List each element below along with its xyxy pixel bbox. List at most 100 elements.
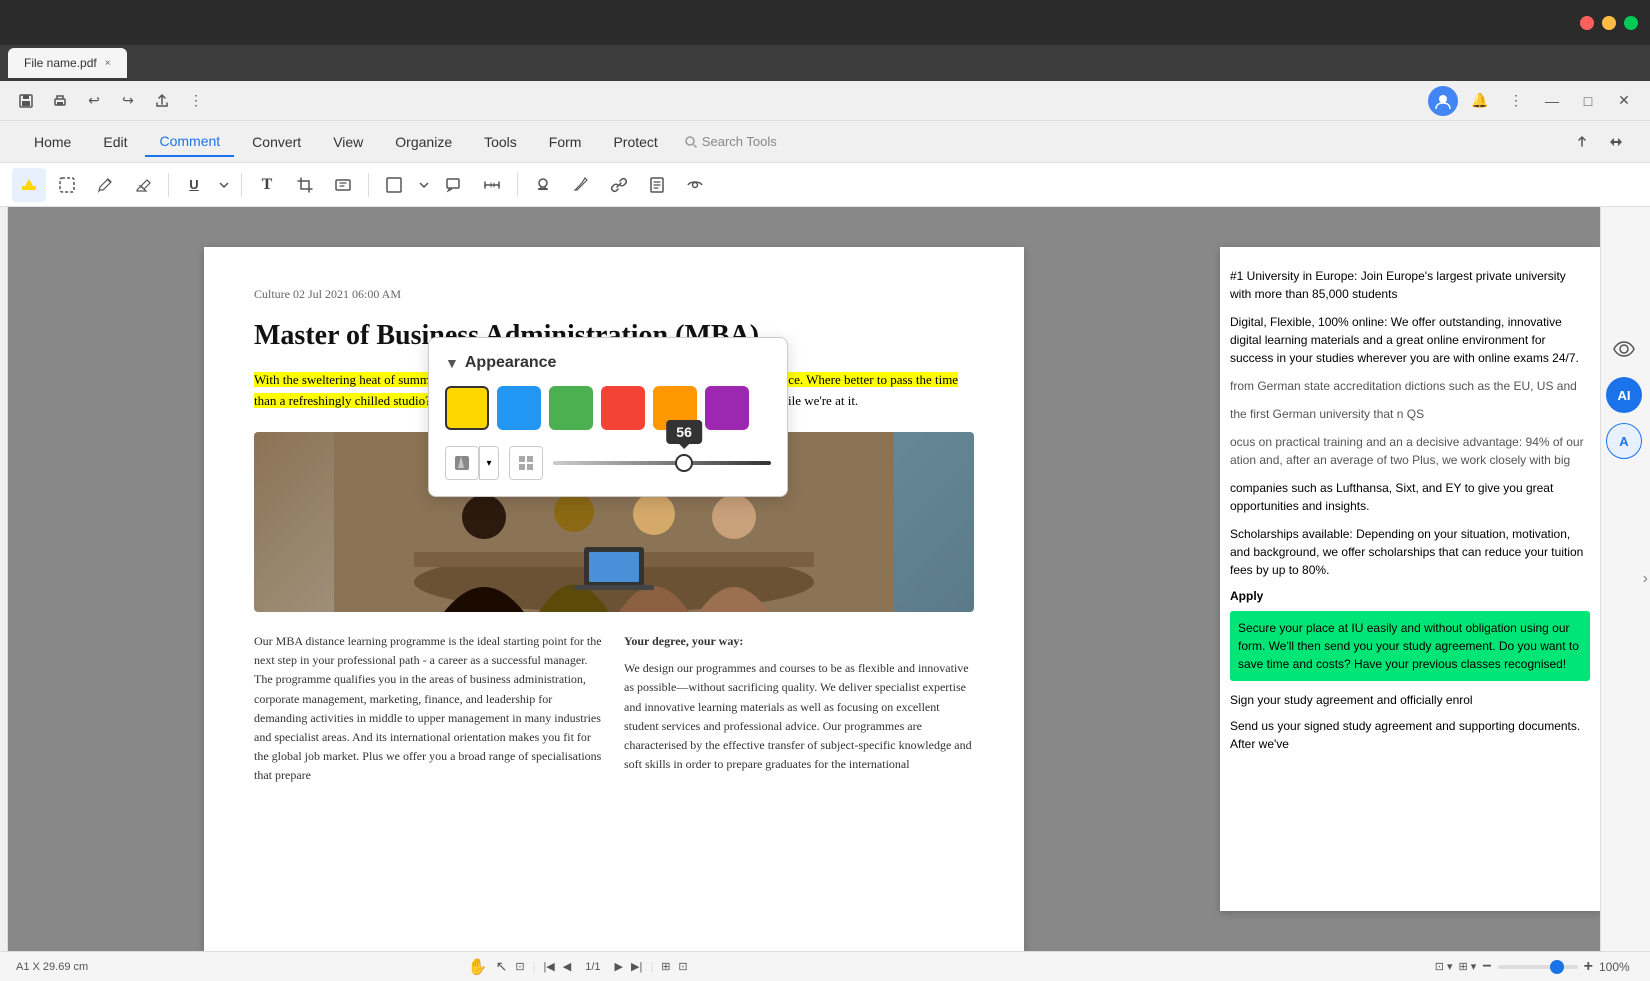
expand-btn[interactable] <box>1602 128 1630 156</box>
maximize-btn[interactable]: □ <box>1574 87 1602 115</box>
zoom-dropdown-btn[interactable]: ⊡ ▾ <box>1435 960 1453 973</box>
fill-dropdown-btn[interactable]: ▾ <box>479 446 499 480</box>
opacity-row: ▾ 56 <box>445 446 771 480</box>
color-yellow-swatch[interactable] <box>445 386 489 430</box>
doc-panel-btn[interactable]: A <box>1606 423 1642 459</box>
popup-title: ▼ Appearance <box>445 354 771 372</box>
area-select-tool-btn[interactable] <box>50 168 84 202</box>
ai-panel-btn[interactable]: AI <box>1606 377 1642 413</box>
more-btn[interactable]: ⋮ <box>182 87 210 115</box>
left-sidebar <box>0 207 8 951</box>
right-bullet-5: ocus on practical training and an a deci… <box>1230 433 1590 469</box>
shape-tool-btn[interactable] <box>377 168 411 202</box>
callout-tool-btn[interactable] <box>437 168 471 202</box>
zoom-in-btn[interactable]: + <box>1584 958 1593 976</box>
menu-view[interactable]: View <box>319 128 377 156</box>
crop-tool-btn[interactable] <box>288 168 322 202</box>
right-bullet-3: from German state accreditation dictions… <box>1230 377 1590 395</box>
menu-convert[interactable]: Convert <box>238 128 315 156</box>
opacity-slider[interactable]: 56 <box>553 461 771 465</box>
top-bar: ↩ ↪ ⋮ 🔔 ⋮ — □ ✕ <box>0 81 1650 121</box>
right-bullet-7: Scholarships available: Depending on you… <box>1230 525 1590 579</box>
settings-icon[interactable] <box>1612 337 1636 361</box>
shape-dropdown-btn[interactable] <box>415 168 433 202</box>
dimensions-label: A1 X 29.69 cm <box>16 961 88 973</box>
color-row <box>445 386 771 430</box>
menu-search-area[interactable]: Search Tools <box>684 134 777 149</box>
main-layout: Culture 02 Jul 2021 06:00 AM Master of B… <box>0 207 1650 951</box>
toolbar-sep-3 <box>368 173 369 197</box>
zoom-slider[interactable] <box>1498 965 1578 969</box>
pdf-tab[interactable]: File name.pdf × <box>8 48 127 78</box>
highlight-tool-btn[interactable] <box>12 168 46 202</box>
upload-btn[interactable] <box>1568 128 1596 156</box>
sign-text: Sign your study agreement and officially… <box>1230 691 1590 709</box>
apply-text-green: Secure your place at IU easily and witho… <box>1230 611 1590 681</box>
minimize-btn[interactable]: — <box>1538 87 1566 115</box>
tab-close-btn[interactable]: × <box>105 58 111 69</box>
next-page-btn[interactable]: ▶ <box>615 960 623 973</box>
right-bullet-4: the first German university that n QS <box>1230 405 1590 423</box>
fit-page-icon[interactable]: ⊡ <box>515 960 524 973</box>
prev-page-btn[interactable]: ◀ <box>563 960 571 973</box>
stamp-tool-btn[interactable] <box>526 168 560 202</box>
zoom-fit-btn[interactable]: ⊞ ▾ <box>1459 960 1477 973</box>
note-tool-btn[interactable] <box>640 168 674 202</box>
redo-btn[interactable]: ↪ <box>114 87 142 115</box>
menu-form[interactable]: Form <box>535 128 596 156</box>
pencil-tool-btn[interactable] <box>88 168 122 202</box>
menu-bar: Home Edit Comment Convert View Organize … <box>0 121 1650 163</box>
save-btn[interactable] <box>12 87 40 115</box>
color-green-swatch[interactable] <box>549 386 593 430</box>
menu-edit[interactable]: Edit <box>89 128 141 156</box>
close-window-btn[interactable] <box>1580 16 1594 30</box>
tab-bar: File name.pdf × <box>0 45 1650 81</box>
draw-tool-btn[interactable] <box>564 168 598 202</box>
minimize-window-btn[interactable] <box>1602 16 1616 30</box>
body-text-3: We design our programmes and courses to … <box>624 659 974 774</box>
notifications-btn[interactable]: 🔔 <box>1466 87 1494 115</box>
menu-more-btn[interactable]: ⋮ <box>1502 87 1530 115</box>
first-page-btn[interactable]: |◀ <box>543 960 554 973</box>
search-tools-label: Search Tools <box>702 134 777 149</box>
menu-comment[interactable]: Comment <box>145 127 234 157</box>
maximize-window-btn[interactable] <box>1624 16 1638 30</box>
color-blue-swatch[interactable] <box>497 386 541 430</box>
zoom-out-btn[interactable]: − <box>1482 958 1491 976</box>
expand-panel-btn[interactable]: › <box>1643 570 1648 588</box>
measure-tool-btn[interactable] <box>475 168 509 202</box>
pattern-btn[interactable] <box>509 446 543 480</box>
underline-tool-btn[interactable]: U <box>177 168 211 202</box>
last-page-btn[interactable]: ▶| <box>631 960 642 973</box>
undo-btn[interactable]: ↩ <box>80 87 108 115</box>
user-avatar[interactable] <box>1428 86 1458 116</box>
your-degree-heading: Your degree, your way: <box>624 632 974 651</box>
share-btn[interactable] <box>148 87 176 115</box>
fit-page-icon-2[interactable]: ⊡ <box>678 960 687 973</box>
cursor-tool-icon[interactable]: ✋ <box>468 957 488 977</box>
browser-chrome <box>0 0 1650 45</box>
popup-chevron[interactable]: ▼ <box>445 355 459 371</box>
slider-thumb[interactable]: 56 <box>675 454 693 472</box>
fill-color-btn[interactable] <box>445 446 479 480</box>
textbox-tool-btn[interactable] <box>326 168 360 202</box>
menu-home[interactable]: Home <box>20 128 85 156</box>
eraser-tool-btn[interactable] <box>126 168 160 202</box>
print-btn[interactable] <box>46 87 74 115</box>
bottom-bar: A1 X 29.69 cm ✋ ↖ ⊡ | |◀ ◀ 1/1 ▶ ▶| | ⊞ … <box>0 951 1650 981</box>
menu-protect[interactable]: Protect <box>599 128 671 156</box>
select-tool-icon[interactable]: ↖ <box>496 958 508 975</box>
menu-tools[interactable]: Tools <box>470 128 531 156</box>
fit-width-icon[interactable]: ⊞ <box>661 960 670 973</box>
body-text-1: Our MBA distance learning programme is t… <box>254 632 604 786</box>
color-red-swatch[interactable] <box>601 386 645 430</box>
underline-dropdown-btn[interactable] <box>215 168 233 202</box>
close-btn[interactable]: ✕ <box>1610 87 1638 115</box>
zoom-thumb[interactable] <box>1550 960 1564 974</box>
link-tool-btn[interactable] <box>602 168 636 202</box>
color-purple-swatch[interactable] <box>705 386 749 430</box>
toolbar-sep-4 <box>517 173 518 197</box>
menu-organize[interactable]: Organize <box>381 128 466 156</box>
text-tool-btn[interactable]: T <box>250 168 284 202</box>
eye-tool-btn[interactable] <box>678 168 712 202</box>
